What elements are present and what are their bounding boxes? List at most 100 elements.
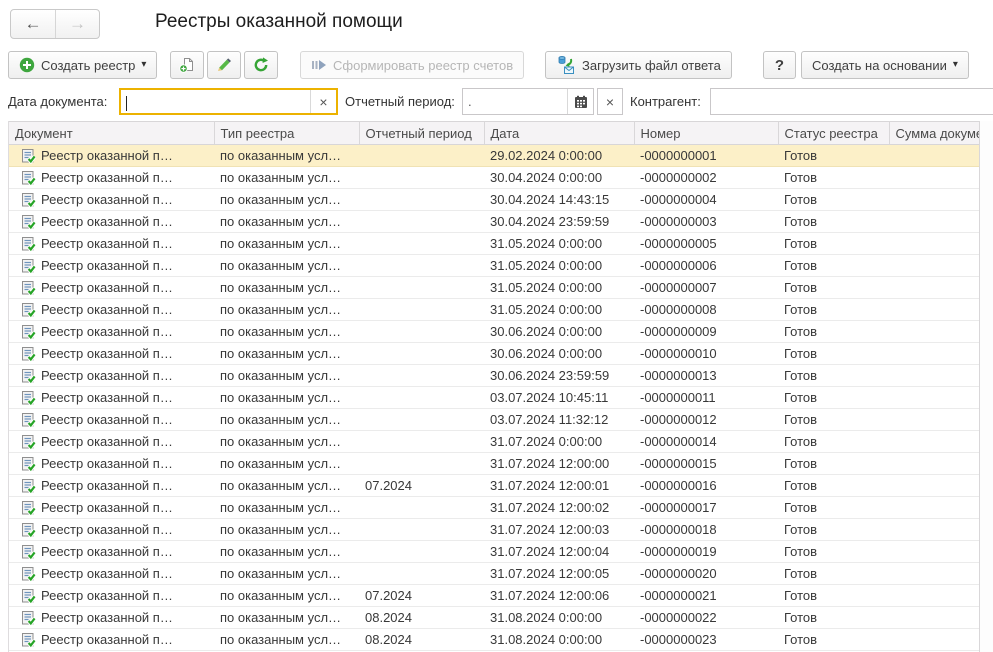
copy-button[interactable] — [170, 51, 204, 79]
cell-doc[interactable]: Реестр оказанной п… — [9, 629, 214, 651]
cell-sum[interactable] — [889, 431, 979, 453]
cell-number[interactable]: -0000000007 — [634, 277, 778, 299]
cell-date[interactable]: 31.07.2024 12:00:03 — [484, 519, 634, 541]
cell-number[interactable]: -0000000009 — [634, 321, 778, 343]
cell-doc[interactable]: Реестр оказанной п… — [9, 453, 214, 475]
create-based-on-button[interactable]: Создать на основании ▾ — [801, 51, 969, 79]
cell-number[interactable]: -0000000015 — [634, 453, 778, 475]
cell-date[interactable]: 03.07.2024 11:32:12 — [484, 409, 634, 431]
cell-period[interactable]: 08.2024 — [359, 629, 484, 651]
cell-type[interactable]: по оказанным усл… — [214, 277, 359, 299]
cell-doc[interactable]: Реестр оказанной п… — [9, 343, 214, 365]
column-header-type[interactable]: Тип реестра — [214, 122, 359, 145]
cell-date[interactable]: 31.07.2024 12:00:04 — [484, 541, 634, 563]
cell-date[interactable]: 29.02.2024 0:00:00 — [484, 145, 634, 167]
cell-doc[interactable]: Реестр оказанной п… — [9, 497, 214, 519]
table-row[interactable]: Реестр оказанной п…по оказанным усл…31.0… — [9, 431, 979, 453]
cell-type[interactable]: по оказанным усл… — [214, 519, 359, 541]
cell-status[interactable]: Готов — [778, 431, 889, 453]
cell-period[interactable] — [359, 431, 484, 453]
cell-status[interactable]: Готов — [778, 211, 889, 233]
cell-status[interactable]: Готов — [778, 145, 889, 167]
cell-number[interactable]: -0000000016 — [634, 475, 778, 497]
cell-period[interactable] — [359, 321, 484, 343]
cell-status[interactable]: Готов — [778, 365, 889, 387]
cell-date[interactable]: 31.07.2024 12:00:01 — [484, 475, 634, 497]
cell-type[interactable]: по оказанным усл… — [214, 585, 359, 607]
cell-type[interactable]: по оказанным усл… — [214, 563, 359, 585]
cell-type[interactable]: по оказанным усл… — [214, 145, 359, 167]
cell-sum[interactable] — [889, 233, 979, 255]
doc-date-input[interactable] — [121, 90, 307, 113]
cell-type[interactable]: по оказанным усл… — [214, 431, 359, 453]
cell-number[interactable]: -0000000019 — [634, 541, 778, 563]
cell-number[interactable]: -0000000022 — [634, 607, 778, 629]
table-row[interactable]: Реестр оказанной п…по оказанным усл…31.0… — [9, 255, 979, 277]
cell-doc[interactable]: Реестр оказанной п… — [9, 475, 214, 497]
cell-sum[interactable] — [889, 145, 979, 167]
column-header-doc[interactable]: Документ — [9, 122, 214, 145]
cell-doc[interactable]: Реестр оказанной п… — [9, 607, 214, 629]
cell-number[interactable]: -0000000008 — [634, 299, 778, 321]
cell-doc[interactable]: Реестр оказанной п… — [9, 145, 214, 167]
cell-status[interactable]: Готов — [778, 475, 889, 497]
cell-doc[interactable]: Реестр оказанной п… — [9, 255, 214, 277]
cell-number[interactable]: -0000000021 — [634, 585, 778, 607]
table-row[interactable]: Реестр оказанной п…по оказанным усл…30.0… — [9, 211, 979, 233]
cell-sum[interactable] — [889, 255, 979, 277]
cell-type[interactable]: по оказанным усл… — [214, 365, 359, 387]
cell-doc[interactable]: Реестр оказанной п… — [9, 233, 214, 255]
table-row[interactable]: Реестр оказанной п…по оказанным усл…30.0… — [9, 167, 979, 189]
cell-sum[interactable] — [889, 519, 979, 541]
cell-date[interactable]: 31.05.2024 0:00:00 — [484, 299, 634, 321]
cell-status[interactable]: Готов — [778, 453, 889, 475]
cell-number[interactable]: -0000000017 — [634, 497, 778, 519]
cell-date[interactable]: 31.07.2024 0:00:00 — [484, 431, 634, 453]
form-invoice-registry-button[interactable]: Сформировать реестр счетов — [300, 51, 524, 79]
help-button[interactable]: ? — [763, 51, 796, 79]
table-row[interactable]: Реестр оказанной п…по оказанным усл…31.0… — [9, 541, 979, 563]
cell-status[interactable]: Готов — [778, 189, 889, 211]
cell-type[interactable]: по оказанным усл… — [214, 233, 359, 255]
cell-doc[interactable]: Реестр оказанной п… — [9, 189, 214, 211]
table-row[interactable]: Реестр оказанной п…по оказанным усл…31.0… — [9, 233, 979, 255]
table-row[interactable]: Реестр оказанной п…по оказанным усл…31.0… — [9, 453, 979, 475]
cell-status[interactable]: Готов — [778, 629, 889, 651]
table-row[interactable]: Реестр оказанной п…по оказанным усл…30.0… — [9, 321, 979, 343]
cell-status[interactable]: Готов — [778, 343, 889, 365]
cell-sum[interactable] — [889, 211, 979, 233]
edit-button[interactable] — [207, 51, 241, 79]
report-period-clear-button[interactable]: × — [597, 88, 623, 115]
cell-doc[interactable]: Реестр оказанной п… — [9, 321, 214, 343]
cell-status[interactable]: Готов — [778, 277, 889, 299]
cell-type[interactable]: по оказанным усл… — [214, 475, 359, 497]
cell-sum[interactable] — [889, 365, 979, 387]
cell-status[interactable]: Готов — [778, 255, 889, 277]
cell-sum[interactable] — [889, 541, 979, 563]
cell-sum[interactable] — [889, 629, 979, 651]
cell-sum[interactable] — [889, 167, 979, 189]
cell-number[interactable]: -0000000003 — [634, 211, 778, 233]
cell-period[interactable] — [359, 189, 484, 211]
cell-number[interactable]: -0000000018 — [634, 519, 778, 541]
cell-number[interactable]: -0000000020 — [634, 563, 778, 585]
cell-period[interactable] — [359, 497, 484, 519]
cell-sum[interactable] — [889, 189, 979, 211]
cell-number[interactable]: -0000000001 — [634, 145, 778, 167]
create-registry-button[interactable]: Создать реестр ▾ — [8, 51, 157, 79]
cell-doc[interactable]: Реестр оказанной п… — [9, 167, 214, 189]
cell-number[interactable]: -0000000006 — [634, 255, 778, 277]
cell-date[interactable]: 30.04.2024 0:00:00 — [484, 167, 634, 189]
cell-doc[interactable]: Реестр оказанной п… — [9, 387, 214, 409]
table-row[interactable]: Реестр оказанной п…по оказанным усл…07.2… — [9, 475, 979, 497]
forward-button[interactable]: → — [55, 10, 99, 38]
cell-sum[interactable] — [889, 409, 979, 431]
cell-type[interactable]: по оказанным усл… — [214, 387, 359, 409]
cell-sum[interactable] — [889, 563, 979, 585]
table-row[interactable]: Реестр оказанной п…по оказанным усл…31.0… — [9, 277, 979, 299]
table-row[interactable]: Реестр оказанной п…по оказанным усл…03.0… — [9, 409, 979, 431]
cell-doc[interactable]: Реестр оказанной п… — [9, 277, 214, 299]
cell-date[interactable]: 30.06.2024 23:59:59 — [484, 365, 634, 387]
table-row[interactable]: Реестр оказанной п…по оказанным усл…31.0… — [9, 563, 979, 585]
cell-sum[interactable] — [889, 585, 979, 607]
